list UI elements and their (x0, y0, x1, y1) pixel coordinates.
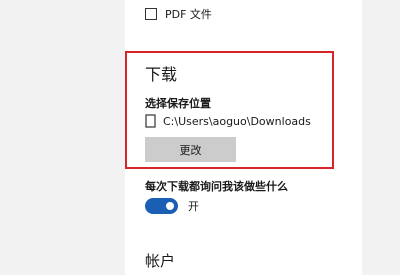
account-section-title: 帐户 (145, 252, 176, 270)
download-path-text: C:\Users\aoguo\Downloads (163, 114, 311, 128)
download-section-title: 下载 (145, 65, 178, 84)
download-path-row: C:\Users\aoguo\Downloads (145, 114, 311, 128)
left-panel (0, 0, 125, 275)
right-panel (362, 0, 400, 275)
toggle-knob (166, 202, 174, 210)
ask-each-download-label: 每次下载都询问我该做些什么 (145, 180, 288, 193)
toggle-on-icon[interactable] (145, 198, 178, 214)
change-location-button[interactable]: 更改 (145, 137, 236, 162)
account-link-cut-off[interactable] (145, 271, 189, 275)
pdf-checkbox-icon[interactable] (145, 8, 157, 20)
settings-page: PDF 文件 下载 选择保存位置 C:\Users\aoguo\Download… (0, 0, 400, 275)
ask-each-download-toggle-row[interactable]: 开 (145, 198, 199, 214)
pdf-option-row[interactable]: PDF 文件 (145, 6, 212, 22)
toggle-state-label: 开 (188, 200, 199, 213)
save-location-heading: 选择保存位置 (145, 97, 211, 110)
document-icon (145, 114, 156, 128)
pdf-option-label: PDF 文件 (165, 8, 212, 21)
